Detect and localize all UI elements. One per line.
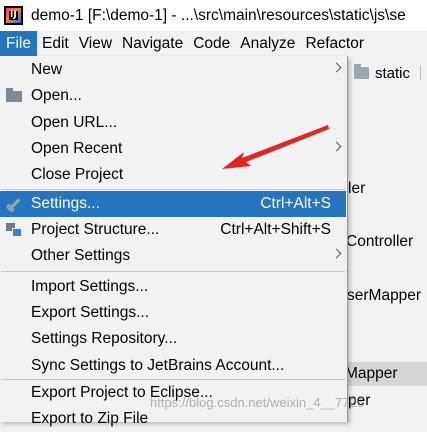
project-structure-icon bbox=[6, 223, 22, 237]
menu-item-label: Open... bbox=[31, 87, 82, 104]
menu-refactor[interactable]: Refactor bbox=[300, 31, 369, 56]
menu-item-label: Open URL... bbox=[31, 114, 118, 131]
background-fragment: Mapper bbox=[345, 365, 398, 382]
background-fragment: Controller bbox=[346, 233, 414, 250]
breadcrumb-static[interactable]: static bbox=[375, 65, 410, 82]
submenu-arrow-icon bbox=[331, 62, 342, 73]
menu-bar: File Edit View Navigate Code Analyze Ref… bbox=[0, 31, 427, 56]
menu-item-label: Close Project bbox=[31, 166, 124, 183]
background-fragment: serMapper bbox=[347, 287, 422, 304]
menu-item-shortcut: Ctrl+Alt+S bbox=[260, 195, 331, 212]
menu-item-project-structure[interactable]: Project Structure... Ctrl+Alt+Shift+S bbox=[0, 217, 346, 243]
menu-item-export-settings[interactable]: Export Settings... bbox=[0, 300, 346, 326]
menu-item-other-settings[interactable]: Other Settings bbox=[0, 243, 346, 269]
menu-item-label: Sync Settings to JetBrains Account... bbox=[31, 357, 285, 374]
menu-item-shortcut: Ctrl+Alt+Shift+S bbox=[220, 221, 331, 238]
menu-item-sync-settings[interactable]: Sync Settings to JetBrains Account... bbox=[0, 353, 346, 379]
menu-item-label: Project Structure... bbox=[31, 221, 160, 238]
menu-separator bbox=[1, 189, 345, 190]
window-title: demo-1 [F:\demo-1] - ...\src\main\resour… bbox=[31, 6, 406, 24]
menu-item-open-recent[interactable]: Open Recent bbox=[0, 136, 346, 162]
menu-navigate[interactable]: Navigate bbox=[117, 31, 188, 56]
folder-icon bbox=[354, 64, 369, 79]
menu-item-settings-repository[interactable]: Settings Repository... bbox=[0, 326, 346, 352]
menu-item-new[interactable]: New bbox=[0, 57, 346, 83]
menu-item-open-url[interactable]: Open URL... bbox=[0, 110, 346, 136]
menu-item-settings[interactable]: Settings... Ctrl+Alt+S bbox=[0, 191, 346, 217]
menu-code[interactable]: Code bbox=[188, 31, 235, 56]
menu-item-open[interactable]: Open... bbox=[0, 83, 346, 109]
submenu-arrow-icon bbox=[331, 141, 342, 152]
menu-item-close-project[interactable]: Close Project bbox=[0, 162, 346, 188]
menu-item-label: Import Settings... bbox=[31, 278, 149, 295]
background-fragment: ler bbox=[348, 180, 366, 197]
watermark: https://blog.csdn.net/weixin_4__7726 bbox=[150, 395, 364, 410]
menu-file[interactable]: File bbox=[0, 31, 37, 56]
folder-open-icon bbox=[6, 88, 22, 102]
menu-separator bbox=[1, 271, 345, 272]
submenu-arrow-icon bbox=[331, 248, 342, 259]
menu-item-label: New bbox=[31, 61, 63, 78]
menu-item-label: Export to Zip File bbox=[31, 410, 149, 427]
menu-item-label: Open Recent bbox=[31, 140, 123, 157]
file-menu-dropdown: New Open... Open URL... Open Recent Clos… bbox=[0, 56, 348, 427]
menu-item-label: Other Settings bbox=[31, 247, 131, 264]
wrench-icon bbox=[3, 193, 24, 214]
intellij-app-icon: IJ bbox=[4, 6, 23, 25]
menu-item-label: Settings Repository... bbox=[31, 330, 178, 347]
menu-item-label: Settings... bbox=[31, 195, 100, 212]
menu-analyze[interactable]: Analyze bbox=[235, 31, 300, 56]
title-bar: IJ demo-1 [F:\demo-1] - ...\src\main\res… bbox=[0, 0, 427, 31]
menu-item-import-settings[interactable]: Import Settings... bbox=[0, 274, 346, 300]
menu-item-label: Export Settings... bbox=[31, 304, 150, 321]
menu-view[interactable]: View bbox=[74, 31, 117, 56]
menu-edit[interactable]: Edit bbox=[37, 31, 74, 56]
breadcrumb-separator bbox=[420, 66, 427, 80]
breadcrumb[interactable]: static bbox=[354, 62, 410, 84]
